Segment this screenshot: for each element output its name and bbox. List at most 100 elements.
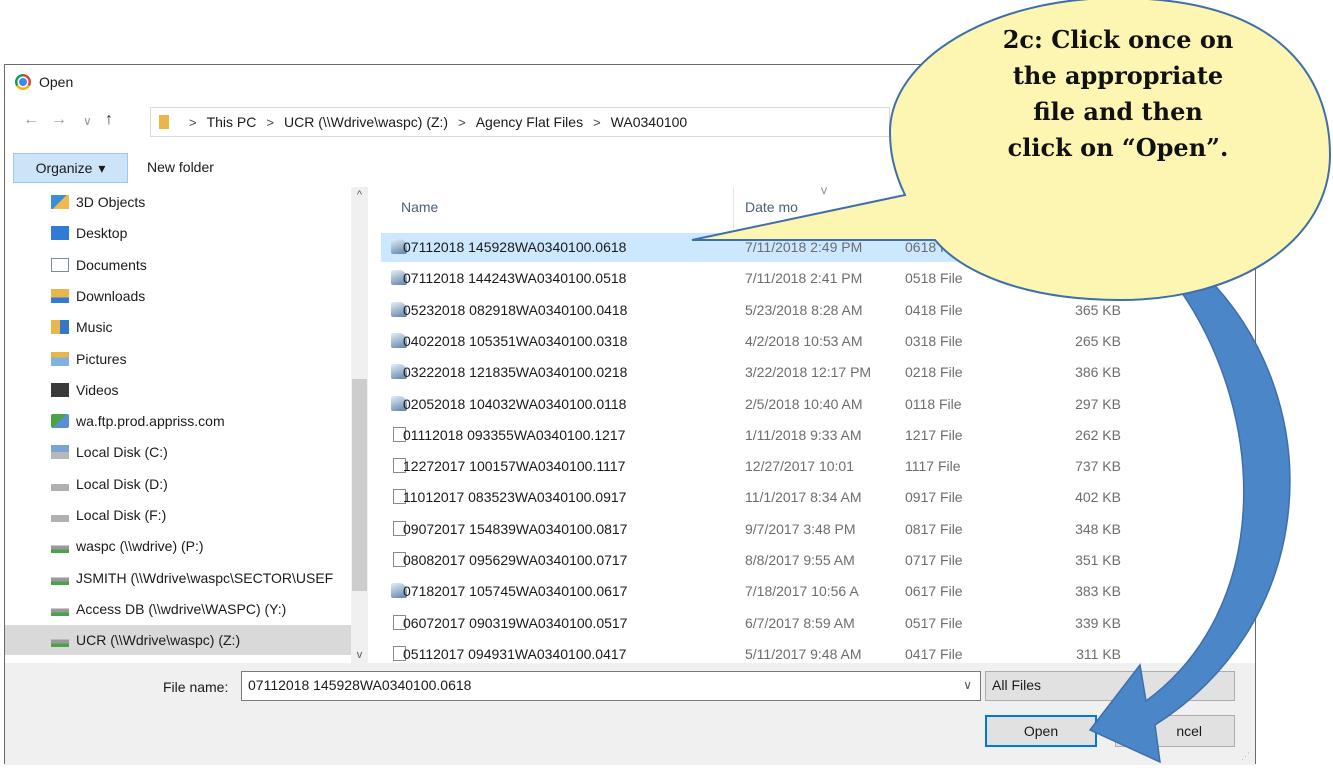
music-icon bbox=[51, 320, 69, 335]
breadcrumb-agency-flat-files[interactable]: Agency Flat Files bbox=[476, 114, 583, 130]
organize-button[interactable]: Organize ▾ bbox=[13, 153, 128, 183]
file-row[interactable]: 07182017 105745WA0340100.0617 7/18/2017 1… bbox=[381, 577, 1241, 606]
breadcrumb-wa0340100[interactable]: WA0340100 bbox=[611, 114, 688, 130]
file-name-input[interactable]: 07112018 145928WA0340100.0618 ∨ bbox=[241, 671, 981, 701]
file-date-cell: 9/7/2017 3:48 PM bbox=[745, 520, 856, 537]
cancel-button[interactable]: ncel bbox=[1115, 715, 1235, 747]
file-name-cell: 05112017 094931WA0340100.0417 bbox=[403, 645, 627, 662]
file-name-cell: 06072017 090319WA0340100.0517 bbox=[403, 614, 628, 631]
file-row[interactable]: 11012017 083523WA0340100.0917 11/1/2017 8… bbox=[381, 483, 1241, 512]
file-name-cell: 07182017 105745WA0340100.0617 bbox=[403, 583, 628, 600]
documents-icon bbox=[51, 257, 69, 272]
sidebar-item-label: Local Disk (D:) bbox=[76, 475, 168, 492]
file-row[interactable]: 12272017 100157WA0340100.1117 12/27/2017 … bbox=[381, 452, 1241, 481]
downloads-icon bbox=[51, 288, 69, 303]
sidebar-item[interactable]: Videos bbox=[5, 375, 351, 405]
sidebar-item[interactable]: UCR (\\Wdrive\waspc) (Z:) bbox=[5, 625, 351, 656]
file-type-cell: 0817 File bbox=[905, 520, 963, 537]
sidebar-item[interactable]: Local Disk (C:) bbox=[5, 437, 351, 467]
file-type-cell: 0318 File bbox=[905, 332, 963, 349]
callout-line: file and then bbox=[1033, 97, 1203, 126]
file-row[interactable]: 06072017 090319WA0340100.0517 6/7/2017 8:… bbox=[381, 609, 1241, 638]
file-type-cell: 0717 File bbox=[905, 552, 963, 568]
file-row[interactable]: 05112017 094931WA0340100.0417 5/11/2017 9… bbox=[381, 640, 1241, 663]
file-row[interactable]: 07112018 144243WA0340100.0518 7/11/2018 2… bbox=[381, 264, 1241, 293]
sidebar-item[interactable]: Local Disk (F:) bbox=[5, 500, 351, 530]
file-size-cell: 297 KB bbox=[1075, 395, 1121, 412]
file-date-cell: 7/18/2017 10:56 A bbox=[745, 583, 859, 600]
file-name-cell: 03222018 121835WA0340100.0218 bbox=[403, 364, 628, 381]
sidebar-item[interactable]: Downloads bbox=[5, 281, 351, 311]
sidebar-item[interactable]: waspc (\\wdrive) (P:) bbox=[5, 531, 351, 561]
scroll-down-icon[interactable]: v bbox=[351, 649, 368, 661]
file-row[interactable]: 08082017 095629WA0340100.0717 8/8/2017 9:… bbox=[381, 546, 1241, 575]
sidebar-item[interactable]: Desktop bbox=[5, 218, 351, 248]
up-folder-arrow-icon[interactable]: ↑ bbox=[105, 111, 113, 129]
drive-icon bbox=[51, 508, 69, 522]
file-date-cell: 3/22/2018 12:17 PM bbox=[745, 364, 872, 381]
scrollbar-thumb[interactable] bbox=[352, 379, 367, 591]
file-row[interactable]: 01112018 093355WA0340100.1217 1/11/2018 9… bbox=[381, 421, 1241, 450]
breadcrumb-ucr-drive[interactable]: UCR (\\Wdrive\waspc) (Z:) bbox=[284, 114, 448, 130]
file-type-cell: 0218 File bbox=[905, 364, 963, 381]
recent-locations-icon[interactable]: ∨ bbox=[83, 114, 92, 128]
file-row[interactable]: 03222018 121835WA0340100.0218 3/22/2018 1… bbox=[381, 358, 1241, 387]
file-name-cell: 05232018 082918WA0340100.0418 bbox=[403, 301, 628, 318]
callout-line: 2c: Click once on bbox=[1002, 25, 1234, 54]
date-modified-column-header[interactable]: Date mo bbox=[745, 199, 798, 215]
file-name-dropdown-icon[interactable]: ∨ bbox=[963, 678, 972, 692]
file-type-cell: 0917 File bbox=[905, 489, 963, 506]
new-folder-button[interactable]: New folder bbox=[147, 159, 214, 175]
file-size-cell: 351 KB bbox=[1075, 552, 1121, 568]
file-size-cell: 348 KB bbox=[1075, 520, 1121, 537]
file-row[interactable]: 07112018 145928WA0340100.0618 7/11/2018 2… bbox=[381, 233, 1241, 262]
breadcrumb-this-pc[interactable]: This PC bbox=[207, 114, 257, 130]
sidebar-item[interactable]: Local Disk (D:) bbox=[5, 469, 351, 499]
sidebar-item[interactable]: JSMITH (\\Wdrive\waspc\SECTOR\USEF bbox=[5, 563, 351, 593]
navigation-scrollbar[interactable]: ^ v bbox=[351, 187, 368, 663]
folder-icon bbox=[159, 115, 169, 129]
file-name-cell: 09072017 154839WA0340100.0817 bbox=[403, 520, 628, 537]
sidebar-item-label: Music bbox=[76, 319, 113, 336]
file-row[interactable]: 09072017 154839WA0340100.0817 9/7/2017 3:… bbox=[381, 515, 1241, 544]
file-size-cell: 402 KB bbox=[1075, 489, 1121, 506]
file-row[interactable]: 04022018 105351WA0340100.0318 4/2/2018 10… bbox=[381, 327, 1241, 356]
sidebar-item[interactable]: Pictures bbox=[5, 344, 351, 374]
file-row[interactable]: 05232018 082918WA0340100.0418 5/23/2018 8… bbox=[381, 296, 1241, 325]
open-button[interactable]: Open bbox=[985, 715, 1097, 747]
file-type-cell: 1217 File bbox=[905, 426, 963, 443]
file-list: Name Date mo v 07112018 145928WA0340100.… bbox=[371, 187, 1251, 663]
scroll-up-icon[interactable]: ^ bbox=[351, 189, 368, 201]
file-size-cell: 311 KB bbox=[1076, 645, 1121, 662]
file-date-cell: 4/2/2018 10:53 AM bbox=[745, 332, 863, 349]
callout-line: the appropriate bbox=[1012, 61, 1224, 90]
file-type-value: All Files bbox=[992, 677, 1042, 693]
sidebar-item-label: waspc (\\wdrive) (P:) bbox=[76, 538, 204, 555]
sidebar-item-label: Local Disk (F:) bbox=[76, 507, 167, 523]
open-button-label: Open bbox=[1023, 723, 1059, 739]
file-name-cell: 11012017 083523WA0340100.0917 bbox=[403, 489, 627, 506]
resize-grip-icon[interactable]: ⋰ bbox=[1241, 751, 1251, 761]
open-file-dialog: Open ← → ∨ ↑ > This PC > UCR (\\Wdrive\w… bbox=[4, 64, 1256, 765]
sidebar-item[interactable]: Music bbox=[5, 312, 351, 342]
back-arrow-icon[interactable]: ← bbox=[23, 111, 39, 129]
file-type-filter[interactable]: All Files bbox=[985, 671, 1235, 701]
sidebar-item[interactable]: Access DB (\\wdrive\WASPC) (Y:) bbox=[5, 594, 351, 624]
network-drive-icon bbox=[51, 570, 69, 585]
sidebar-item[interactable]: wa.ftp.prod.appriss.com bbox=[5, 406, 351, 436]
file-type-cell: 0417 File bbox=[905, 645, 963, 662]
sidebar-item[interactable]: 3D Objects bbox=[5, 187, 351, 217]
forward-arrow-icon[interactable]: → bbox=[51, 111, 67, 129]
sidebar-item-label: wa.ftp.prod.appriss.com bbox=[76, 413, 225, 430]
file-type-cell: 0618 File bbox=[905, 239, 963, 255]
sidebar-item[interactable]: Documents bbox=[5, 250, 351, 280]
dropdown-arrow-icon: ▾ bbox=[98, 159, 106, 176]
sidebar-item-label: JSMITH (\\Wdrive\waspc\SECTOR\USEF bbox=[76, 569, 334, 586]
address-bar[interactable]: > This PC > UCR (\\Wdrive\waspc) (Z:) > … bbox=[150, 107, 890, 137]
sidebar-item-label: Access DB (\\wdrive\WASPC) (Y:) bbox=[76, 600, 287, 617]
file-row[interactable]: 02052018 104032WA0340100.0118 2/5/2018 10… bbox=[381, 390, 1241, 419]
file-date-cell: 2/5/2018 10:40 AM bbox=[745, 395, 863, 412]
name-column-header[interactable]: Name bbox=[401, 199, 438, 215]
cancel-button-label: ncel bbox=[1176, 723, 1202, 739]
network-drive-icon bbox=[51, 601, 69, 616]
